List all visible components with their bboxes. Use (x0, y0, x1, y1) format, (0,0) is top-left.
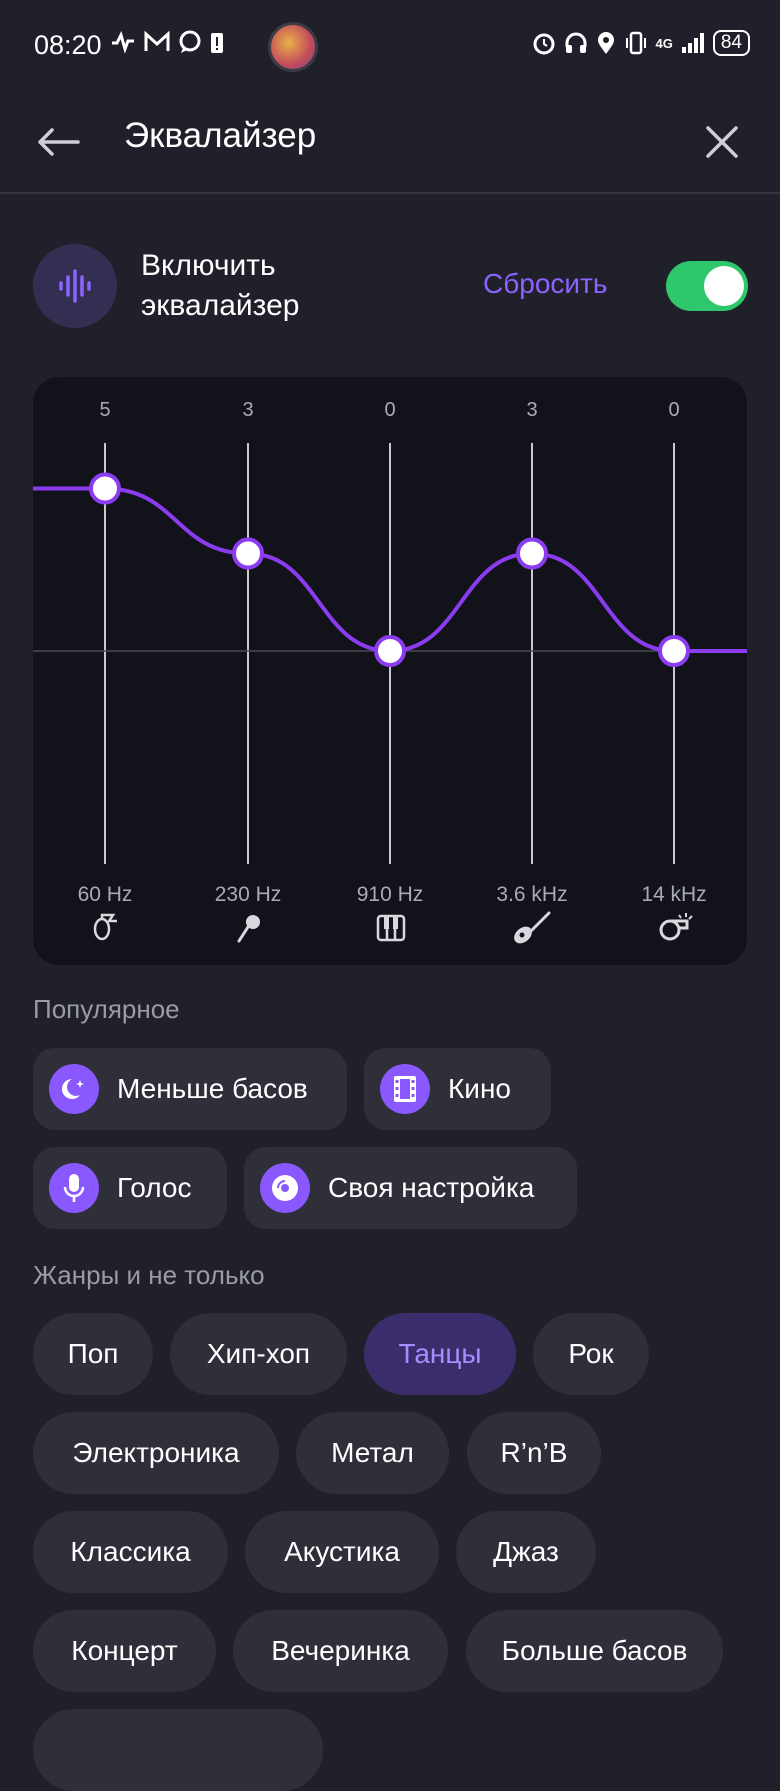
equalizer-enable-label: Включить эквалайзер (141, 249, 300, 322)
band-freq-60hz: 60 Hz (78, 883, 133, 906)
chat-icon (179, 30, 201, 53)
status-bar: 08:20 4G 84 (0, 0, 780, 92)
band-value-60hz: 5 (99, 399, 110, 421)
vibrate-icon (625, 31, 646, 55)
microphone-icon (49, 1163, 99, 1213)
film-icon (380, 1064, 430, 1114)
whistle-icon (659, 913, 693, 941)
notification-icons (110, 30, 224, 54)
close-icon (706, 126, 738, 158)
band-freq-3-6khz: 3.6 kHz (496, 883, 567, 906)
alarm-icon (533, 33, 555, 55)
preset-label: Голос (117, 1172, 192, 1203)
band-freq-14khz: 14 kHz (641, 883, 706, 906)
page-title: Эквалайзер (124, 116, 317, 155)
sound-wave-icon (33, 244, 117, 328)
band-handle[interactable] (89, 472, 121, 505)
switch-knob (704, 266, 744, 306)
band-value-230hz: 3 (242, 399, 253, 421)
preset-cinema[interactable]: Кино (364, 1048, 551, 1130)
genres-section-title: Жанры и не только (33, 1260, 265, 1290)
close-button[interactable] (694, 114, 750, 170)
band-handle[interactable] (658, 635, 690, 667)
disc-icon (260, 1163, 310, 1213)
equalizer-graph: 5 3 0 3 0 60 Hz 230 Hz 910 Hz 3.6 kHz 14… (33, 399, 747, 944)
band-freq-230hz: 230 Hz (215, 883, 282, 906)
arrow-left-icon (38, 128, 80, 156)
system-icons: 4G 84 (532, 30, 750, 56)
genre-acoustic[interactable]: Акустика (245, 1511, 439, 1593)
status-time: 08:20 (34, 30, 102, 60)
genre-metal[interactable]: Метал (296, 1412, 449, 1494)
genre-concert[interactable]: Концерт (33, 1610, 216, 1692)
preset-label: Своя настройка (328, 1172, 535, 1203)
battery-level: 84 (712, 30, 750, 56)
band-freq-910hz: 910 Hz (357, 883, 424, 906)
genre-row-partial[interactable] (33, 1709, 323, 1791)
piano-icon (376, 914, 406, 942)
genre-dance[interactable]: Танцы (364, 1313, 516, 1395)
app-bar: Эквалайзер (0, 92, 780, 194)
alert-battery-icon (211, 33, 223, 53)
genre-rock[interactable]: Рок (533, 1313, 649, 1395)
preset-label: Кино (448, 1073, 511, 1104)
mail-icon (144, 31, 170, 51)
equalizer-switch[interactable] (666, 261, 748, 311)
avatar (268, 22, 318, 72)
genre-rnb[interactable]: R’n’B (467, 1412, 601, 1494)
genre-pop[interactable]: Поп (33, 1313, 153, 1395)
genre-classical[interactable]: Классика (33, 1511, 228, 1593)
band-value-910hz: 0 (384, 399, 395, 421)
equalizer-toggle-row: Включить эквалайзер Сбросить (33, 244, 748, 328)
equalizer-panel: 5 3 0 3 0 60 Hz 230 Hz 910 Hz 3.6 kHz 14… (33, 377, 747, 965)
band-handle[interactable] (516, 537, 548, 570)
genre-electronic[interactable]: Электроника (33, 1412, 279, 1494)
moon-icon (49, 1064, 99, 1114)
location-icon (597, 32, 614, 54)
preset-custom[interactable]: Своя настройка (244, 1147, 577, 1229)
genre-more-bass[interactable]: Больше басов (466, 1610, 723, 1692)
tuba-icon (93, 913, 117, 941)
network-type: 4G (655, 35, 673, 51)
genre-party[interactable]: Вечеринка (233, 1610, 448, 1692)
preset-label: Меньше басов (117, 1073, 308, 1104)
microphone-icon (237, 915, 260, 943)
pulse-icon (112, 31, 134, 53)
band-handle[interactable] (374, 635, 406, 667)
genre-hip-hop[interactable]: Хип-хоп (170, 1313, 347, 1395)
guitar-icon (514, 911, 551, 944)
preset-voice[interactable]: Голос (33, 1147, 227, 1229)
popular-section-title: Популярное (33, 994, 180, 1024)
signal-icon (681, 33, 704, 53)
preset-less-bass[interactable]: Меньше басов (33, 1048, 347, 1130)
band-value-14khz: 0 (668, 399, 679, 421)
band-handle[interactable] (232, 537, 264, 570)
band-value-3-6khz: 3 (526, 399, 537, 421)
genre-jazz[interactable]: Джаз (456, 1511, 596, 1593)
reset-button[interactable]: Сбросить (483, 268, 607, 300)
back-button[interactable] (30, 114, 86, 170)
headphones-icon (565, 32, 587, 53)
